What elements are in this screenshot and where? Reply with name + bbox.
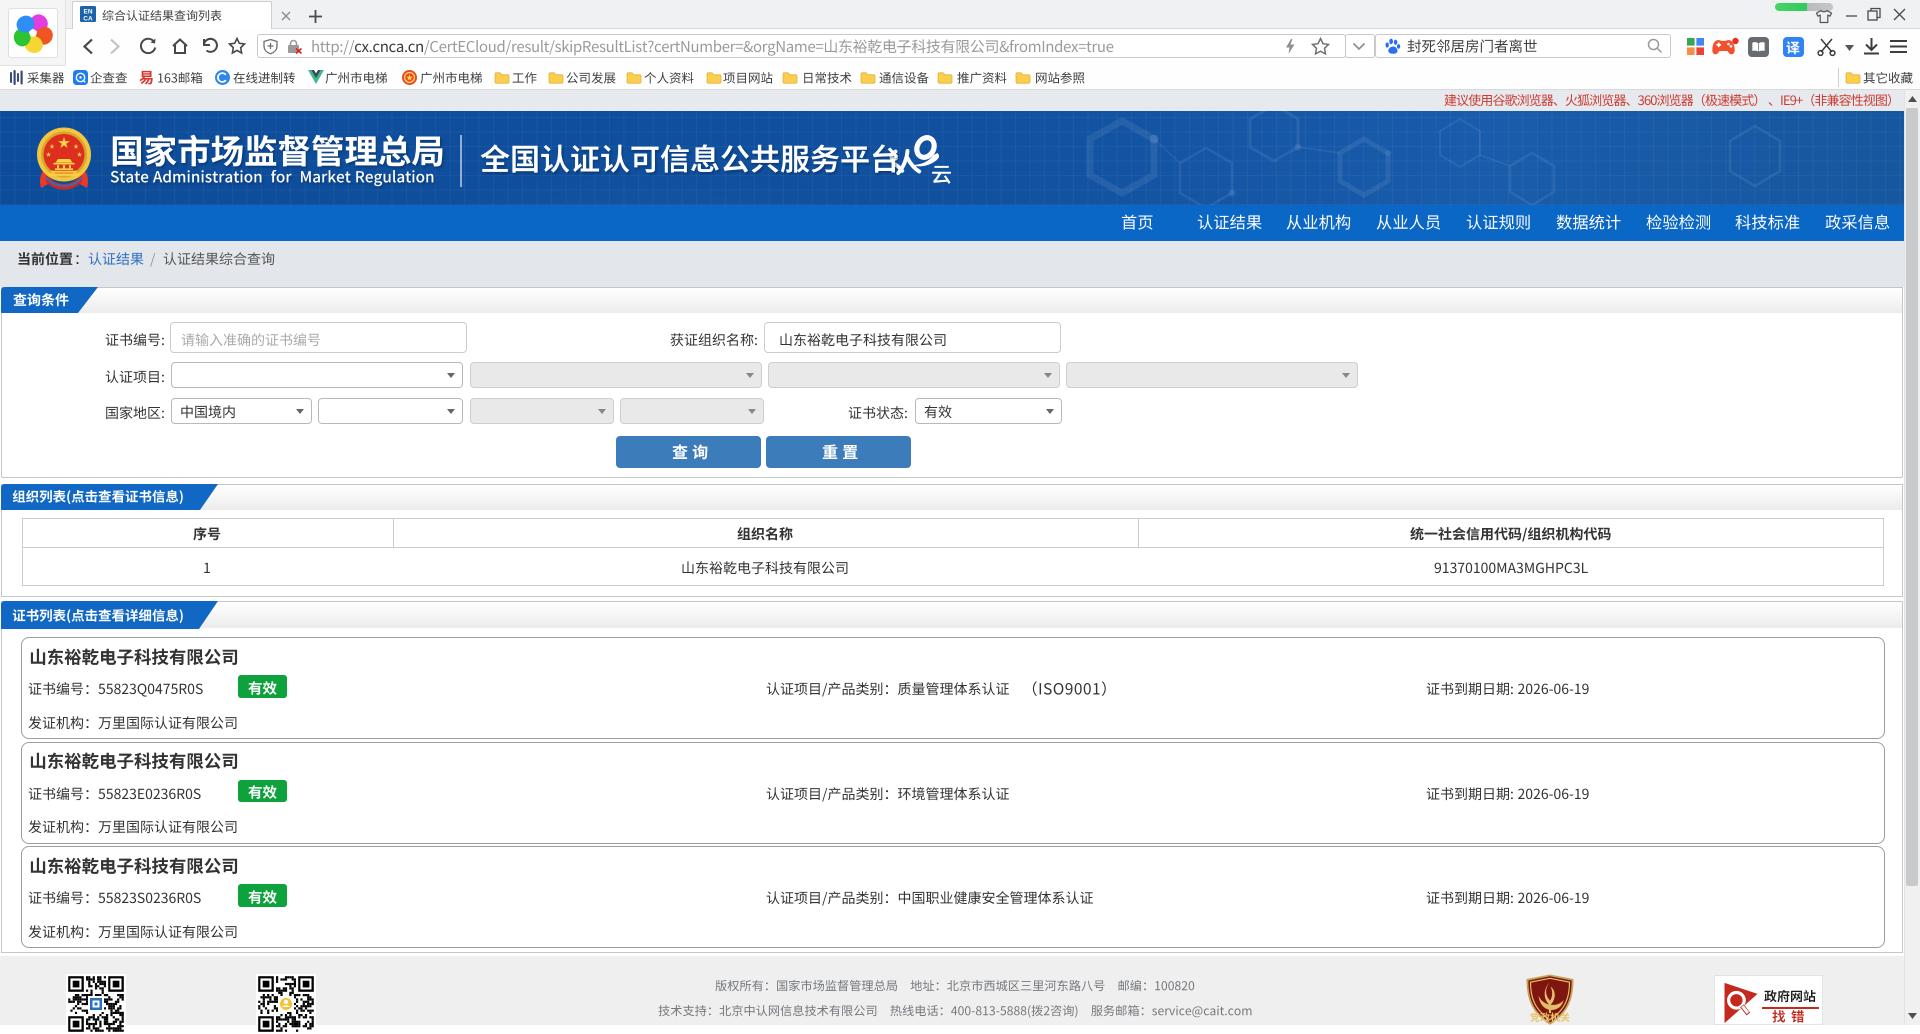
svg-text:CA: CA — [83, 16, 93, 23]
svg-text:EN: EN — [83, 9, 92, 16]
